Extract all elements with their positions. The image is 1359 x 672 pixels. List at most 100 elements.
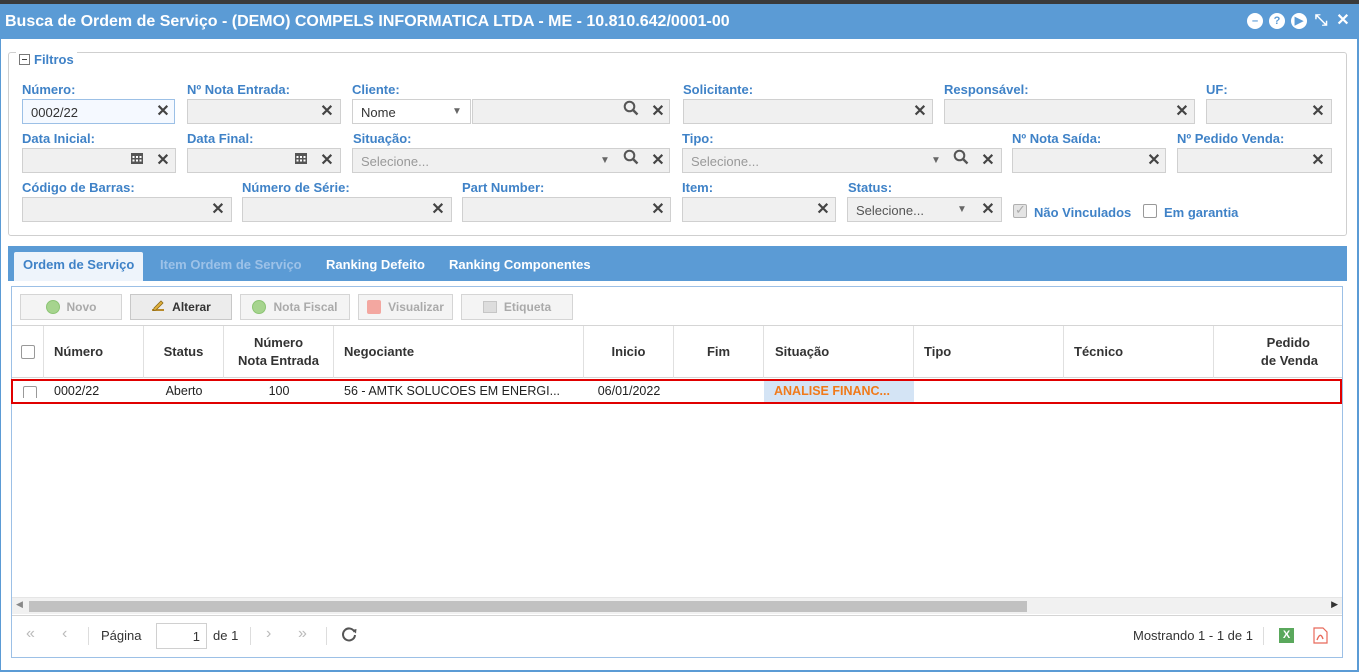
numero-serie-input[interactable] — [242, 197, 452, 222]
pdf-export-icon[interactable] — [1313, 627, 1328, 644]
item-label: Item: — [682, 180, 714, 195]
filters-legend[interactable]: Filtros — [16, 52, 77, 67]
page-input[interactable]: 1 — [156, 623, 207, 649]
nota-saida-clear-icon[interactable]: ✕ — [1147, 148, 1161, 173]
uf-clear-icon[interactable]: ✕ — [1311, 99, 1325, 124]
col-nota-entrada-line1: Número — [253, 335, 304, 350]
data-final-clear-icon[interactable]: ✕ — [320, 148, 334, 173]
tab-item-ordem-servico[interactable]: Item Ordem de Serviço — [160, 252, 302, 281]
scroll-left-icon[interactable]: ◀ — [16, 599, 23, 610]
cliente-label: Cliente: — [352, 82, 400, 97]
etiqueta-button[interactable]: Etiqueta — [461, 294, 573, 320]
tab-ranking-defeito[interactable]: Ranking Defeito — [326, 252, 425, 281]
data-inicial-calendar-icon[interactable] — [129, 148, 145, 173]
cliente-type-chevron-down-icon[interactable]: ▼ — [452, 99, 462, 124]
situacao-clear-icon[interactable]: ✕ — [651, 148, 665, 173]
col-tecnico[interactable]: Técnico — [1064, 326, 1214, 378]
collapse-minus-icon[interactable] — [19, 54, 30, 65]
first-page-icon[interactable]: « — [26, 625, 35, 643]
scroll-right-icon[interactable]: ▶ — [1331, 599, 1338, 610]
horizontal-scrollbar[interactable]: ◀ ▶ — [12, 597, 1342, 614]
nota-saida-input[interactable] — [1012, 148, 1166, 173]
nao-vinculados-label[interactable]: Não Vinculados — [1034, 205, 1131, 220]
nota-fiscal-button-label: Nota Fiscal — [273, 300, 338, 314]
col-fim[interactable]: Fim — [674, 326, 764, 378]
alterar-button[interactable]: Alterar — [130, 294, 232, 320]
col-pedido-venda[interactable]: Pedido de Venda — [1214, 326, 1342, 378]
cliente-input[interactable] — [472, 99, 670, 124]
minimize-icon[interactable]: – — [1247, 13, 1263, 29]
solicitante-clear-icon[interactable]: ✕ — [913, 99, 927, 124]
tipo-label: Tipo: — [682, 131, 714, 146]
data-inicial-input[interactable] — [22, 148, 176, 173]
status-clear-icon[interactable]: ✕ — [981, 197, 995, 222]
col-status[interactable]: Status — [144, 326, 224, 378]
part-number-clear-icon[interactable]: ✕ — [651, 197, 665, 222]
item-clear-icon[interactable]: ✕ — [816, 197, 830, 222]
nota-fiscal-button[interactable]: Nota Fiscal — [240, 294, 350, 320]
pager-separator — [326, 627, 327, 645]
item-input[interactable] — [682, 197, 836, 222]
tipo-clear-icon[interactable]: ✕ — [981, 148, 995, 173]
close-icon[interactable]: ✕ — [1335, 13, 1351, 29]
col-nota-entrada[interactable]: Número Nota Entrada — [224, 326, 334, 378]
solicitante-input[interactable] — [683, 99, 933, 124]
responsavel-label: Responsável: — [944, 82, 1029, 97]
numero-clear-icon[interactable]: ✕ — [156, 99, 170, 124]
tipo-chevron-down-icon[interactable]: ▼ — [931, 148, 941, 173]
cliente-clear-icon[interactable]: ✕ — [651, 99, 665, 124]
situacao-label: Situação: — [353, 131, 412, 146]
col-negociante[interactable]: Negociante — [334, 326, 584, 378]
label-icon — [482, 301, 497, 313]
col-tipo[interactable]: Tipo — [914, 326, 1064, 378]
page-of-label: de 1 — [213, 628, 239, 643]
cliente-search-icon[interactable] — [623, 99, 639, 124]
last-page-icon[interactable]: » — [298, 625, 307, 643]
part-number-input[interactable] — [462, 197, 671, 222]
uf-label: UF: — [1206, 82, 1228, 97]
novo-button[interactable]: Novo — [20, 294, 122, 320]
collapse-icon[interactable]: ⤡ — [1313, 13, 1329, 29]
help-icon[interactable]: ? — [1269, 13, 1285, 29]
data-inicial-clear-icon[interactable]: ✕ — [156, 148, 170, 173]
col-inicio[interactable]: Inicio — [584, 326, 674, 378]
etiqueta-button-label: Etiqueta — [503, 300, 552, 314]
numero-serie-clear-icon[interactable]: ✕ — [431, 197, 445, 222]
situacao-search-icon[interactable] — [623, 148, 639, 173]
codigo-barras-clear-icon[interactable]: ✕ — [211, 197, 225, 222]
excel-export-icon[interactable]: X — [1279, 628, 1294, 643]
numero-input[interactable]: 0002/22 — [22, 99, 175, 124]
tab-ranking-componentes[interactable]: Ranking Componentes — [449, 252, 591, 281]
situacao-chevron-down-icon[interactable]: ▼ — [600, 148, 610, 173]
status-chevron-down-icon[interactable]: ▼ — [957, 197, 967, 222]
tipo-search-icon[interactable] — [953, 148, 969, 173]
col-nota-entrada-line2: Nota Entrada — [238, 353, 319, 368]
nota-entrada-input[interactable] — [187, 99, 341, 124]
next-page-icon[interactable]: › — [266, 625, 271, 643]
tab-ordem-servico[interactable]: Ordem de Serviço — [14, 252, 144, 281]
nao-vinculados-checkbox[interactable] — [1013, 202, 1027, 218]
play-icon[interactable]: ▶ — [1291, 13, 1307, 29]
pedido-venda-input[interactable] — [1177, 148, 1332, 173]
data-final-input[interactable] — [187, 148, 341, 173]
visualizar-button[interactable]: Visualizar — [358, 294, 453, 320]
page-label: Página — [101, 628, 142, 643]
data-inicial-label: Data Inicial: — [22, 131, 95, 146]
responsavel-clear-icon[interactable]: ✕ — [1175, 99, 1189, 124]
em-garantia-label[interactable]: Em garantia — [1164, 205, 1238, 220]
col-numero[interactable]: Número — [44, 326, 144, 378]
pedido-venda-clear-icon[interactable]: ✕ — [1311, 148, 1325, 173]
pencil-icon — [151, 299, 165, 316]
prev-page-icon[interactable]: ‹ — [62, 625, 67, 643]
status-select[interactable]: Selecione... — [847, 197, 1002, 222]
refresh-icon[interactable] — [340, 625, 358, 646]
scrollbar-thumb[interactable] — [29, 601, 1027, 612]
codigo-barras-input[interactable] — [22, 197, 232, 222]
data-final-calendar-icon[interactable] — [293, 148, 309, 173]
col-situacao[interactable]: Situação — [764, 326, 914, 378]
em-garantia-checkbox[interactable] — [1143, 204, 1157, 218]
nota-entrada-label: Nº Nota Entrada: — [187, 82, 290, 97]
nota-entrada-clear-icon[interactable]: ✕ — [320, 99, 334, 124]
responsavel-input[interactable] — [944, 99, 1195, 124]
select-all-checkbox[interactable] — [20, 345, 35, 359]
